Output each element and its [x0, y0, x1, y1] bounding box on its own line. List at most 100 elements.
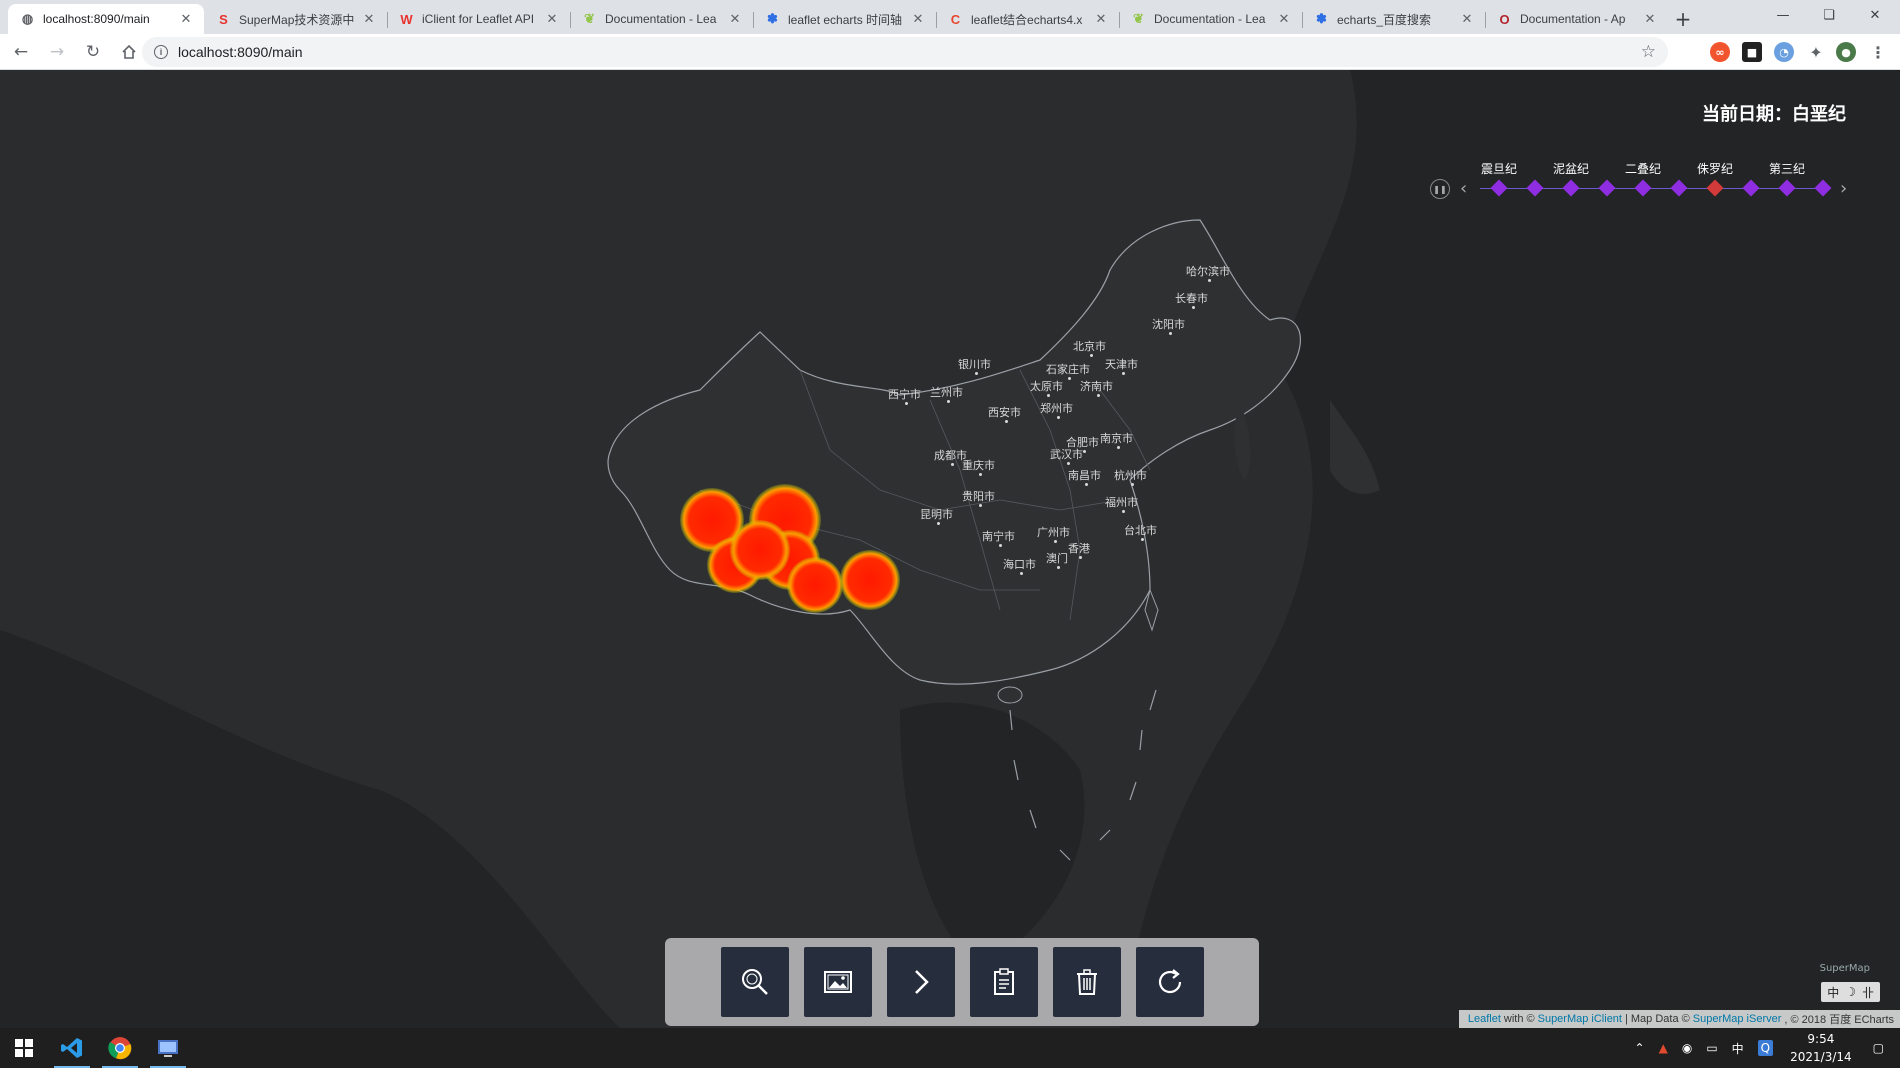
tray-network-icon[interactable]: ▭ [1706, 1041, 1717, 1055]
browser-tab[interactable]: O Documentation - Ap ✕ [1485, 4, 1668, 34]
browser-tab[interactable]: S SuperMap技术资源中 ✕ [204, 4, 387, 34]
clipboard-button[interactable] [969, 947, 1038, 1017]
timeline-node[interactable] [1670, 179, 1688, 197]
new-tab-button[interactable]: + [1668, 4, 1698, 34]
browser-tab[interactable]: ❦ Documentation - Lea ✕ [1119, 4, 1302, 34]
info-icon[interactable]: i [154, 45, 168, 59]
windows-logo-icon [15, 1039, 33, 1057]
browser-tab[interactable]: ✽ leaflet echarts 时间轴 ✕ [753, 4, 936, 34]
timeline-node[interactable] [1526, 179, 1544, 197]
leaflet-link[interactable]: Leaflet [1468, 1013, 1501, 1025]
timeline-label[interactable]: 第三纪 [1769, 160, 1805, 177]
arrow-left-icon: ← [13, 41, 29, 62]
timeline-node[interactable] [1778, 179, 1796, 197]
tab-title: Documentation - Lea [605, 12, 717, 26]
taskbar-chrome[interactable] [96, 1028, 144, 1068]
address-bar[interactable]: i localhost:8090/main ☆ [142, 37, 1668, 67]
browser-tab[interactable]: ✽ echarts_百度搜索 ✕ [1302, 4, 1485, 34]
tab-close-icon[interactable]: ✕ [544, 11, 560, 27]
extension-infinity-icon[interactable]: ∞ [1710, 42, 1730, 62]
tray-acrobat-icon[interactable]: ▲ [1659, 1041, 1668, 1055]
close-window-button[interactable]: ✕ [1852, 0, 1898, 30]
timeline-label[interactable]: 泥盆纪 [1553, 160, 1589, 177]
extensions-puzzle-icon[interactable]: ✦ [1806, 42, 1826, 62]
start-button[interactable] [0, 1028, 48, 1068]
refresh-button[interactable] [1135, 947, 1204, 1017]
city-label: 沈阳市 [1152, 318, 1185, 335]
tray-expand-icon[interactable]: ⌃ [1635, 1041, 1645, 1055]
browser-tab[interactable]: Cleaflet结合echarts4.x ✕ [936, 4, 1119, 34]
notification-icon[interactable]: ▢ [1873, 1041, 1884, 1055]
tab-close-icon[interactable]: ✕ [361, 11, 377, 27]
iclient-icon: W [400, 11, 413, 27]
timeline-node[interactable] [1562, 179, 1580, 197]
tab-close-icon[interactable]: ✕ [727, 11, 743, 27]
system-tray: ⌃ ▲ ◉ ▭ 中 Q 9:54 2021/3/14 ▢ [1628, 1028, 1900, 1068]
timeline-prev-button[interactable]: ‹ [1460, 178, 1467, 199]
back-button[interactable]: ← [6, 37, 36, 67]
browser-tab[interactable]: ❦ Documentation - Lea ✕ [570, 4, 753, 34]
bookmark-star-icon[interactable]: ☆ [1641, 42, 1656, 62]
tab-title: leaflet结合echarts4.x [971, 12, 1083, 27]
chevron-right-icon [914, 970, 929, 994]
minimize-button[interactable]: — [1760, 0, 1806, 30]
city-label: 广州市 [1037, 526, 1070, 543]
timeline-control[interactable]: ❚❚ ‹ 震旦纪 泥盆纪 二叠纪 侏罗纪 第三纪 › [1420, 160, 1860, 210]
ime-indicator[interactable]: 中 ☽ 卝 [1821, 982, 1880, 1002]
timeline-label[interactable]: 侏罗纪 [1697, 160, 1733, 177]
city-label: 石家庄市 [1046, 363, 1090, 380]
iserver-link[interactable]: SuperMap iServer [1693, 1013, 1782, 1025]
delete-button[interactable] [1052, 947, 1121, 1017]
taskbar-vscode[interactable] [48, 1028, 96, 1068]
ime-fullwidth-label: 卝 [1861, 985, 1874, 1000]
tab-close-icon[interactable]: ✕ [1276, 11, 1292, 27]
image-button[interactable] [803, 947, 872, 1017]
app-window-icon [158, 1040, 178, 1057]
timeline-node[interactable] [1814, 179, 1832, 197]
home-icon [122, 44, 136, 59]
iclient-link[interactable]: SuperMap iClient [1538, 1013, 1622, 1025]
timeline-node[interactable] [1742, 179, 1760, 197]
browser-tab[interactable]: ◍ localhost:8090/main ✕ [8, 4, 204, 34]
system-clock[interactable]: 9:54 2021/3/14 [1790, 1030, 1852, 1066]
browser-tab[interactable]: WiClient for Leaflet API ✕ [387, 4, 570, 34]
restore-button[interactable]: ❏ [1806, 0, 1852, 30]
next-button[interactable] [886, 947, 955, 1017]
timeline-node[interactable] [1634, 179, 1652, 197]
map-viewport[interactable]: 当前日期：白垩纪 ❚❚ ‹ 震旦纪 泥盆纪 二叠纪 侏罗纪 第三纪 › 哈尔滨市 长春市沈… [0, 70, 1900, 1028]
pause-icon: ❚❚ [1433, 184, 1447, 194]
tab-close-icon[interactable]: ✕ [1093, 11, 1109, 27]
profile-avatar[interactable]: ● [1836, 42, 1856, 62]
tab-title: SuperMap技术资源中 [239, 12, 355, 27]
search-button[interactable] [720, 947, 789, 1017]
timeline-label[interactable]: 二叠纪 [1625, 160, 1661, 177]
tab-close-icon[interactable]: ✕ [178, 11, 194, 27]
home-button[interactable] [114, 37, 144, 67]
timeline-node[interactable] [1598, 179, 1616, 197]
tray-penguin-icon[interactable]: ◉ [1682, 1041, 1692, 1055]
reload-button[interactable]: ↻ [78, 37, 108, 67]
pause-button[interactable]: ❚❚ [1430, 179, 1450, 199]
timeline-label[interactable]: 震旦纪 [1481, 160, 1517, 177]
timeline-node[interactable] [1706, 179, 1724, 197]
tab-close-icon[interactable]: ✕ [1459, 11, 1475, 27]
tray-ime-label[interactable]: 中 [1732, 1040, 1744, 1057]
timeline-node[interactable] [1490, 179, 1508, 197]
current-date-label: 当前日期：白垩纪 [1702, 104, 1846, 125]
tray-qq-icon[interactable]: Q [1757, 1040, 1774, 1056]
forward-button[interactable]: → [42, 37, 72, 67]
leaf-icon: ❦ [1133, 11, 1144, 26]
city-label: 银川市 [958, 358, 991, 375]
extension-lens-icon[interactable]: ◔ [1774, 42, 1794, 62]
heat-blob [787, 557, 843, 613]
extension-box-icon[interactable]: ■ [1742, 42, 1762, 62]
city-label: 西安市 [988, 406, 1021, 423]
basemap [0, 70, 1900, 1028]
timeline-next-button[interactable]: › [1840, 178, 1847, 199]
tab-close-icon[interactable]: ✕ [910, 11, 926, 27]
tab-close-icon[interactable]: ✕ [1642, 11, 1658, 27]
image-icon [823, 971, 852, 993]
trash-icon [1076, 969, 1097, 995]
menu-kebab-icon[interactable]: ⋮ [1868, 42, 1888, 62]
taskbar-app[interactable] [144, 1028, 192, 1068]
